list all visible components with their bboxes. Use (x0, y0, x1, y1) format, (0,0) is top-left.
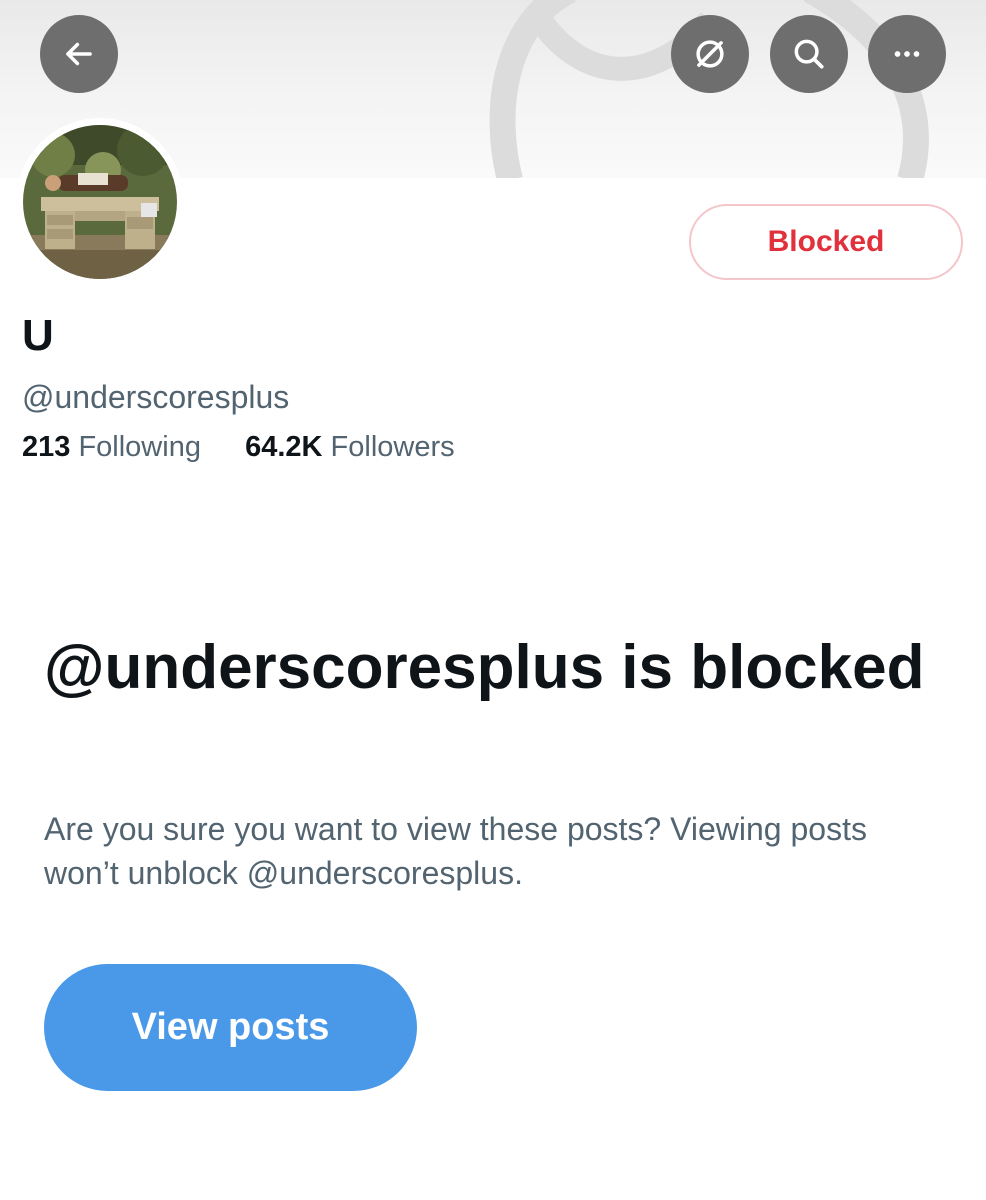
profile-page: Blocked U @underscoresplus 213 Following… (0, 0, 986, 1200)
following-link[interactable]: 213 Following (22, 431, 209, 463)
followers-count: 64.2K (245, 431, 323, 463)
followers-label: Followers (330, 431, 455, 463)
display-name: U (22, 311, 54, 360)
grok-button[interactable] (671, 15, 749, 93)
more-horizontal-icon (894, 51, 920, 57)
profile-avatar[interactable] (16, 118, 184, 286)
search-icon (794, 39, 824, 69)
blocked-notice-description: Are you sure you want to view these post… (44, 811, 867, 891)
blocked-notice-title: @underscoresplus is blocked (44, 633, 925, 702)
avatar-image (23, 125, 177, 279)
back-button[interactable] (40, 15, 118, 93)
arrow-left-icon (66, 42, 92, 66)
profile-handle: @underscoresplus (22, 379, 290, 415)
view-posts-button[interactable]: View posts (44, 964, 417, 1091)
more-options-button[interactable] (868, 15, 946, 93)
blocked-button[interactable]: Blocked (689, 204, 963, 280)
followers-link[interactable]: 64.2K Followers (237, 431, 455, 463)
grok-icon (696, 40, 724, 68)
search-button[interactable] (770, 15, 848, 93)
profile-stats: 213 Following 64.2K Followers (22, 430, 455, 465)
following-count: 213 (22, 431, 71, 463)
following-label: Following (78, 431, 201, 463)
